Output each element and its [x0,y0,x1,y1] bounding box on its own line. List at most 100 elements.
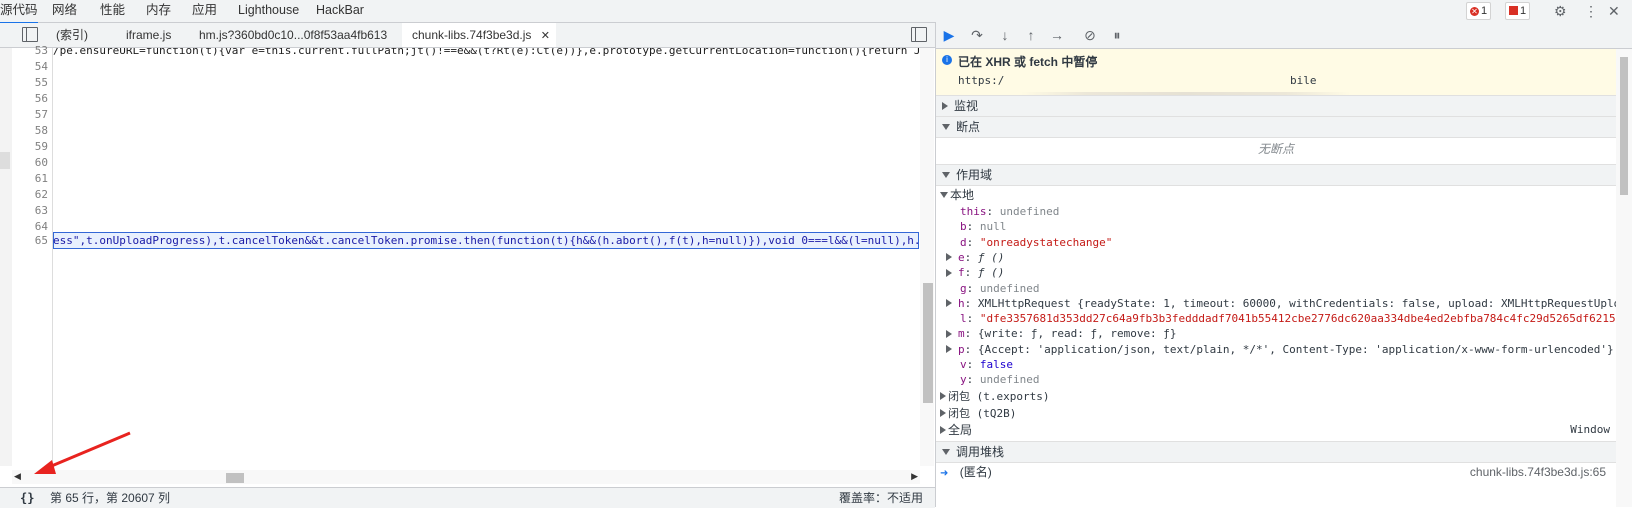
separator: : [966,312,980,326]
sidebar-scrollbar[interactable] [1616,49,1632,507]
scope-var-row[interactable]: f: ƒ () [936,265,1616,281]
closure-exports-label: 闭包 (t.exports) [948,390,1050,403]
toggle-debugger-icon[interactable] [911,27,927,42]
section-callstack[interactable]: 调用堆栈 [936,441,1616,463]
scope-var-value: ƒ () [977,250,1005,264]
more-menu-icon[interactable]: ⋮ [1584,1,1598,21]
scope-var-row[interactable]: p: {Accept: 'application/json, text/plai… [936,342,1616,358]
editor-tab-chunk-libs-label: chunk-libs.74f3be3d.js [412,28,532,42]
errors-badge[interactable]: ✕ 1 [1466,2,1492,20]
section-watch[interactable]: 监视 [936,95,1616,117]
scope-var-name: e [958,250,965,264]
editor-tab-iframe[interactable]: iframe.js [126,23,171,47]
scope-var-name: p [958,342,965,356]
frame-location[interactable]: chunk-libs.74f3be3d.js:65 [1470,464,1606,480]
section-breakpoints[interactable]: 断点 [936,116,1616,138]
scope-var-row: v: false [936,357,1616,373]
arrow-shaft [41,431,131,472]
arrow-head [34,460,56,474]
step-icon[interactable]: → [1048,26,1066,44]
line-number: 59 [34,140,48,153]
scrollbar-thumb[interactable] [923,283,933,403]
editor-vertical-scrollbar[interactable] [920,48,934,466]
line-number: 57 [34,108,48,121]
scope-var-value: {Accept: 'application/json, text/plain, … [977,342,1614,356]
scroll-left-arrow-icon[interactable]: ◀ [14,471,21,482]
devtools-top-tabs: 源代码 网络 性能 内存 应用 Lighthouse HackBar ✕ 1 1 … [0,0,1632,24]
code-line-53[interactable]: /pe.ensureURL=function(t){var e=this.cur… [53,48,920,57]
tab-performance[interactable]: 性能 [100,0,125,22]
pretty-print-button[interactable]: {} [20,488,34,508]
editor-tab-index[interactable]: (索引) [56,23,88,47]
expand-arrow-icon [940,392,946,401]
separator: : [964,342,978,356]
scope-var-name: g [960,281,967,295]
scrollbar-thumb[interactable] [1620,57,1628,195]
code-editor[interactable]: /pe.ensureURL=function(t){var e=this.cur… [53,48,920,466]
step-over-icon[interactable]: ↷ [968,26,986,44]
scroll-right-arrow-icon[interactable]: ▶ [911,471,918,482]
scope-var-value: false [979,358,1013,371]
scope-global[interactable]: 全局 Window [936,422,1616,438]
debugger-toolbar: ▶ ↷ ↓ ↑ → ⊘ ⏸ [936,22,1632,49]
coverage-status: 覆盖率：不适用 [838,491,923,505]
errors-count: 1 [1481,5,1488,17]
collapse-arrow-icon [940,192,948,199]
separator: : [966,281,980,295]
issues-badge[interactable]: 1 [1505,2,1531,20]
expand-arrow-icon [946,299,952,308]
line-number: 55 [34,76,48,89]
resume-icon[interactable]: ▶ [940,26,958,44]
tab-lighthouse[interactable]: Lighthouse [238,0,299,22]
scope-var-value: "dfe3357681d353dd27c64a9fb3b3fedddadf704… [979,312,1616,326]
settings-gear-icon[interactable]: ⚙ [1554,1,1567,21]
step-into-icon[interactable]: ↓ [996,26,1014,44]
scope-var-row[interactable]: e: ƒ () [936,250,1616,266]
scope-var-value: undefined [979,373,1040,387]
scope-closure-tq2b[interactable]: 闭包 (tQ2B) [936,405,1616,422]
callstack-frame[interactable]: ➜ (匿名) chunk-libs.74f3be3d.js:65 [936,464,1616,482]
expand-arrow-icon [946,268,952,277]
code-line-65[interactable]: ess",t.onUploadProgress),t.cancelToken&&… [53,234,920,247]
editor-tab-hm[interactable]: hm.js?360bd0c10...0f8f53aa4fb613 [199,23,387,47]
line-number-65: 65 [34,234,48,247]
step-out-icon[interactable]: ↑ [1022,26,1040,44]
scope-var-value: undefined [999,205,1060,218]
issue-flag-icon [1509,6,1518,15]
toggle-navigator-icon[interactable] [22,27,38,42]
scope-var-row: this: undefined [936,204,1616,220]
current-frame-arrow-icon: ➜ [940,468,949,479]
paused-url-start: https:/ [958,74,1005,87]
scope-var-value: ƒ () [977,266,1005,280]
cursor-position: 第 65 行，第 20607 列 [50,491,171,505]
tab-network[interactable]: 网络 [52,0,77,22]
tab-memory[interactable]: 内存 [146,0,171,22]
scope-var-row[interactable]: h: XMLHttpRequest {readyState: 1, timeou… [936,296,1616,312]
scope-var-row: y: undefined [936,372,1616,388]
scope-var-row[interactable]: m: {write: ƒ, read: ƒ, remove: ƒ} [936,326,1616,342]
scope-var-name: this [960,205,987,218]
scope-closure-exports[interactable]: 闭包 (t.exports) [936,388,1616,405]
no-breakpoints-text: 无断点 [1257,142,1294,156]
tab-hackbar[interactable]: HackBar [316,0,364,22]
tab-application[interactable]: 应用 [192,0,217,22]
line-number: 63 [34,204,48,217]
pause-on-exceptions-icon[interactable]: ⏸ [1108,26,1126,44]
debugger-sidebar: ▶ ↷ ↓ ↑ → ⊘ ⏸ i 已在 XHR 或 fetch 中暂停 https… [936,22,1632,507]
tab-sources[interactable]: 源代码 [0,0,38,24]
scrollbar-thumb[interactable] [226,473,244,483]
scope-var-row: g: undefined [936,281,1616,297]
close-tab-icon[interactable]: ✕ [541,30,550,42]
scope-local[interactable]: 本地 [936,187,1616,203]
scope-var-value: undefined [979,281,1040,295]
close-devtools-icon[interactable]: ✕ [1608,1,1620,21]
editor-horizontal-scrollbar[interactable]: ◀ ▶ [12,470,920,484]
editor-tab-chunk-libs[interactable]: chunk-libs.74f3be3d.js ✕ [402,23,556,47]
separator: : [986,205,1000,218]
expand-arrow-icon [946,345,952,354]
section-scope[interactable]: 作用域 [936,164,1616,186]
deactivate-breakpoints-icon[interactable]: ⊘ [1081,26,1099,44]
scope-var-name: y [960,373,967,387]
line-number: 58 [34,124,48,137]
expand-arrow-icon [940,409,946,418]
